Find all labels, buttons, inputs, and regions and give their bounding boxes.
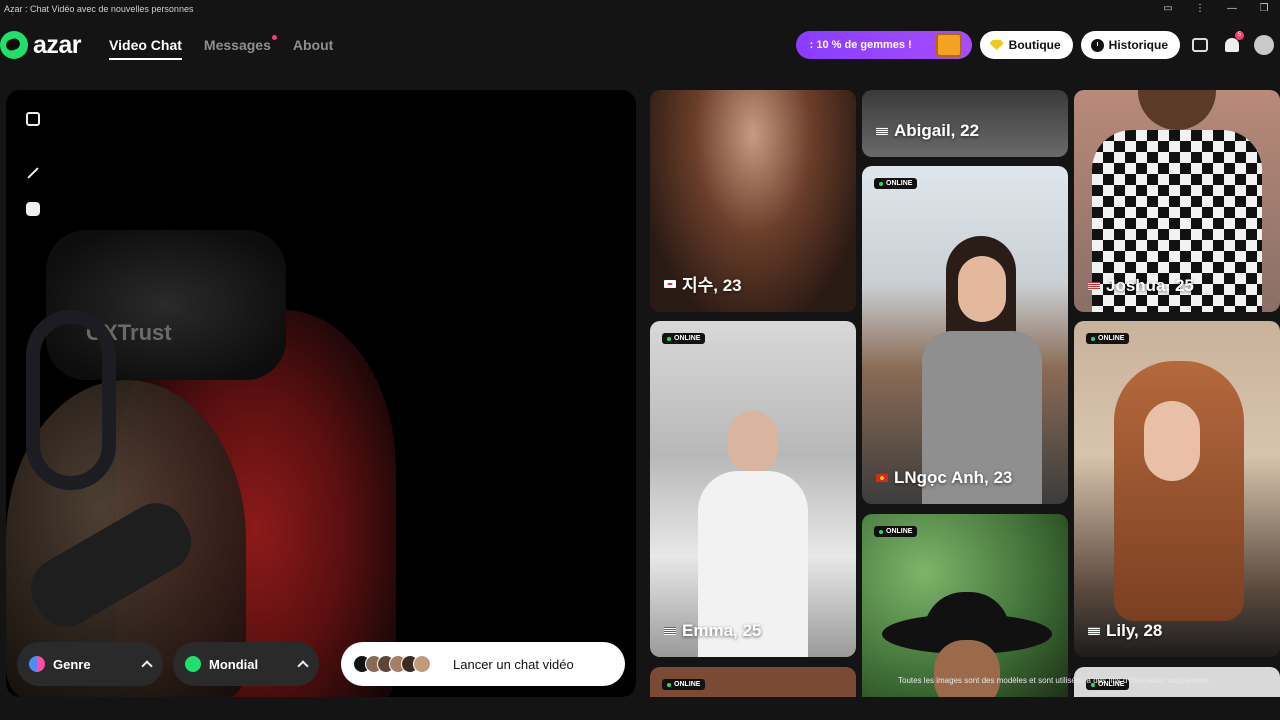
header-actions: : 10 % de gemmes ! Boutique Historique 5 (795, 31, 1280, 59)
profile-card[interactable]: ONLINE (862, 514, 1068, 697)
profile-name: Lily, 28 (1088, 621, 1162, 641)
headset (26, 310, 116, 490)
gems-promo-button[interactable]: : 10 % de gemmes ! (795, 31, 972, 59)
azar-logo[interactable]: azar (0, 30, 82, 60)
notifications-button[interactable]: 5 (1220, 31, 1244, 57)
online-badge: ONLINE (662, 679, 706, 690)
more-options-icon[interactable]: ⋮ (1184, 0, 1216, 18)
treasure-chest-icon (935, 33, 962, 57)
magic-wand-icon[interactable] (26, 166, 40, 180)
inbox-button[interactable] (1188, 33, 1212, 57)
flag-icon (1088, 282, 1100, 290)
nav-messages-label: Messages (203, 37, 271, 53)
profile-button[interactable] (1252, 33, 1276, 57)
profile-name-text: Joshua, 25 (1106, 276, 1194, 295)
online-badge: ONLINE (874, 526, 918, 537)
profile-name-text: Abigail, 22 (894, 121, 980, 140)
azar-logo-icon (0, 31, 28, 59)
nav-messages[interactable]: Messages (203, 33, 277, 57)
window-title: Azar : Chat Vidéo avec de nouvelles pers… (4, 4, 194, 14)
profile-card[interactable]: Joshua, 25 (1074, 90, 1280, 312)
unread-dot-icon (271, 35, 277, 40)
profile-name-text: 지수, 23 (682, 276, 742, 295)
bell-icon (1225, 38, 1239, 52)
window-title-bar: Azar : Chat Vidéo avec de nouvelles pers… (0, 0, 1280, 18)
self-video-panel: GXTrust Genre Mondial Lancer un chat vid… (6, 90, 636, 697)
online-badge: ONLINE (662, 333, 706, 344)
logo-text: azar (33, 30, 82, 59)
profile-name-text: Lily, 28 (1106, 621, 1163, 640)
portrait (934, 640, 1000, 697)
portrait (958, 256, 1006, 322)
window-controls: ▭ ⋮ — ❐ (1152, 0, 1280, 18)
profile-card[interactable]: Abigail, 22 (862, 90, 1068, 157)
camera-feed: GXTrust (6, 230, 406, 697)
profile-grid: 지수, 23 ONLINE Emma, 25 ONLINE Abigail, 2… (650, 90, 1280, 697)
profile-name: Emma, 25 (664, 621, 761, 641)
profile-name: Joshua, 25 (1088, 276, 1194, 296)
nav-video-chat[interactable]: Video Chat (109, 33, 182, 60)
gender-filter-label: Genre (53, 656, 91, 672)
chevron-up-icon (141, 660, 153, 672)
gem-icon (989, 40, 1004, 50)
chevron-up-icon (297, 660, 309, 672)
profile-card[interactable]: ONLINE LNgọc Anh, 23 (862, 166, 1068, 504)
clock-icon (1090, 38, 1104, 52)
region-filter-label: Mondial (209, 656, 259, 672)
profile-card[interactable]: ONLINE Emma, 25 (650, 321, 856, 657)
participant-avatars (353, 655, 431, 673)
notification-badge: 5 (1235, 31, 1244, 40)
online-badge: ONLINE (1086, 333, 1130, 344)
portrait (1144, 401, 1200, 481)
portrait (1138, 90, 1216, 130)
boutique-button[interactable]: Boutique (979, 31, 1073, 59)
region-filter-dropdown[interactable]: Mondial (173, 642, 319, 686)
globe-icon (185, 656, 201, 672)
portrait (728, 411, 778, 471)
portrait-hair (1114, 361, 1244, 621)
profile-card[interactable]: 지수, 23 (650, 90, 856, 312)
profile-name-text: Emma, 25 (682, 621, 762, 640)
avatar (1254, 35, 1274, 55)
flag-icon (664, 279, 676, 288)
illustration-disclaimer: Toutes les images sont des modèles et so… (898, 676, 1212, 685)
historique-button[interactable]: Historique (1080, 31, 1180, 59)
camera-window-icon[interactable]: ▭ (1152, 0, 1184, 18)
flag-icon (664, 627, 676, 635)
flag-icon (876, 127, 888, 135)
profile-name: 지수, 23 (664, 271, 742, 296)
profile-name: LNgọc Anh, 23 (876, 468, 1012, 488)
face-filter-icon[interactable] (26, 202, 40, 216)
historique-label: Historique (1108, 38, 1168, 52)
profile-card[interactable]: ONLINE (650, 667, 856, 697)
boutique-label: Boutique (1008, 38, 1061, 52)
hat-crown (924, 592, 1010, 642)
gender-filter-dropdown[interactable]: Genre (17, 642, 163, 686)
launch-video-chat-button[interactable]: Lancer un chat vidéo (341, 642, 625, 686)
maximize-button[interactable]: ❐ (1248, 0, 1280, 18)
flag-icon (876, 474, 888, 482)
online-badge: ONLINE (874, 178, 918, 189)
flag-icon (1088, 627, 1100, 635)
profile-name-text: LNgọc Anh, 23 (894, 468, 1013, 487)
app-header: azar Video Chat Messages About : 10 % de… (0, 18, 1280, 72)
profile-card[interactable]: ONLINE Lily, 28 (1074, 321, 1280, 657)
inbox-icon (1192, 38, 1208, 52)
minimize-button[interactable]: — (1216, 0, 1248, 18)
profile-name: Abigail, 22 (876, 121, 979, 141)
avatar (413, 655, 431, 673)
gender-icon (29, 656, 45, 672)
promo-label: : 10 % de gemmes ! (809, 39, 912, 51)
launch-label: Lancer un chat vidéo (453, 656, 574, 672)
main-nav: Video Chat Messages About (109, 18, 333, 72)
fullscreen-icon[interactable] (26, 112, 40, 126)
nav-about[interactable]: About (293, 33, 333, 57)
